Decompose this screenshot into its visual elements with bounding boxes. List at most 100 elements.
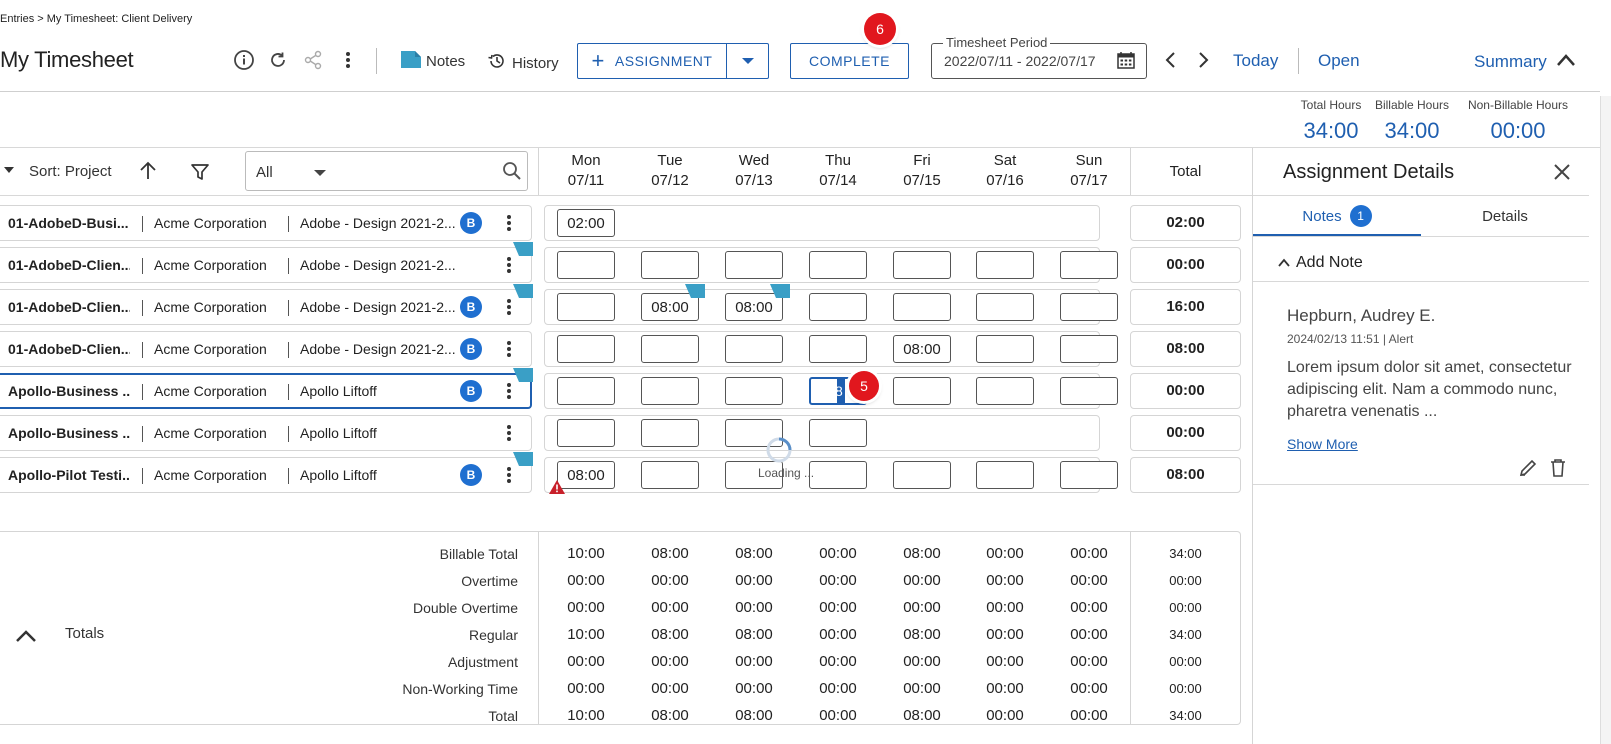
more-vertical-icon[interactable]	[336, 48, 360, 72]
time-entry-mon[interactable]	[557, 419, 615, 447]
time-entry-fri[interactable]	[893, 251, 951, 279]
previous-period-icon[interactable]	[1164, 51, 1178, 75]
filter-value: All	[256, 164, 273, 181]
time-entry-tue[interactable]	[641, 419, 699, 447]
today-button[interactable]: Today	[1233, 51, 1278, 71]
assignment-label: ASSIGNMENT	[614, 53, 713, 69]
time-entry-tue[interactable]	[641, 461, 699, 489]
non-billable-hours-label: Non-Billable Hours	[1467, 98, 1569, 112]
row-more-icon[interactable]	[504, 422, 514, 444]
delete-trash-icon[interactable]	[1549, 458, 1567, 483]
note-flag-icon[interactable]	[513, 284, 533, 303]
sort-label[interactable]: Sort: Project	[29, 163, 112, 180]
non-billable-hours-value: 00:00	[1490, 118, 1546, 143]
column-separator	[142, 258, 143, 274]
time-entry-sun[interactable]	[1060, 251, 1118, 279]
totals-value-tue: 00:00	[651, 572, 689, 589]
time-entry-fri[interactable]	[893, 461, 951, 489]
time-entry-sun[interactable]	[1060, 377, 1118, 405]
alert-triangle-icon[interactable]	[549, 480, 565, 499]
close-icon[interactable]	[1553, 163, 1571, 186]
column-separator	[288, 426, 289, 442]
timesheet-period-label: Timesheet Period	[943, 35, 1051, 50]
time-entry-sun[interactable]	[1060, 293, 1118, 321]
time-entry-mon[interactable]	[557, 293, 615, 321]
time-entry-fri[interactable]: 08:00	[893, 335, 951, 363]
time-entry-tue[interactable]	[641, 377, 699, 405]
totals-value-mon: 00:00	[567, 599, 605, 616]
time-entry-tue[interactable]	[641, 335, 699, 363]
time-entry-thu[interactable]	[809, 419, 867, 447]
time-entry-thu[interactable]	[809, 335, 867, 363]
notes-button[interactable]: Notes	[401, 51, 465, 72]
tab-details[interactable]: Details	[1421, 196, 1589, 236]
edit-pencil-icon[interactable]	[1518, 458, 1538, 483]
time-entry-wed[interactable]	[725, 251, 783, 279]
page-scrollbar[interactable]	[1600, 96, 1611, 744]
calendar-icon[interactable]	[1117, 51, 1135, 74]
tab-notes[interactable]: Notes 1	[1253, 196, 1421, 236]
plus-icon: +	[591, 48, 605, 73]
add-note-toggle[interactable]: Add Note	[1278, 254, 1363, 272]
totals-value-wed: 08:00	[735, 545, 773, 562]
time-entry-sat[interactable]	[976, 461, 1034, 489]
search-icon[interactable]	[502, 161, 522, 186]
billable-badge: B	[460, 296, 482, 318]
time-entry-fri[interactable]	[893, 293, 951, 321]
filter-select[interactable]	[245, 151, 528, 191]
show-more-link[interactable]: Show More	[1287, 436, 1358, 452]
time-entry-sun[interactable]	[1060, 335, 1118, 363]
breadcrumb[interactable]: Entries > My Timesheet: Client Delivery	[0, 13, 192, 25]
history-button[interactable]: History	[487, 51, 559, 75]
time-entry-sun[interactable]	[1060, 461, 1118, 489]
note-flag-icon[interactable]	[513, 368, 533, 387]
assignment-project: Adobe - Design 2021-2...	[300, 299, 456, 315]
note-flag-icon[interactable]	[770, 284, 790, 303]
sort-caret-icon[interactable]	[4, 167, 14, 173]
assignment-dropdown-button[interactable]	[726, 43, 769, 79]
next-period-icon[interactable]	[1196, 51, 1210, 74]
summary-toggle[interactable]: Summary	[1474, 52, 1547, 72]
assignment-code: 01-AdobeD-Clien...	[8, 257, 130, 273]
time-entry-wed[interactable]	[725, 335, 783, 363]
note-flag-icon[interactable]	[513, 242, 533, 261]
complete-button[interactable]: COMPLETE	[790, 43, 909, 79]
filter-caret-icon[interactable]	[314, 170, 326, 176]
note-flag-icon[interactable]	[513, 452, 533, 471]
day-header-sat: Sat 07/16	[963, 151, 1047, 191]
time-entry-sat[interactable]	[976, 377, 1034, 405]
time-entry-fri[interactable]	[893, 377, 951, 405]
totals-value-mon: 00:00	[567, 653, 605, 670]
time-entry-tue[interactable]	[641, 251, 699, 279]
info-circle-icon[interactable]	[232, 48, 256, 72]
time-entry-sat[interactable]	[976, 293, 1034, 321]
time-entry-mon[interactable]	[557, 335, 615, 363]
totals-collapse-icon[interactable]	[14, 628, 38, 649]
time-entry-thu[interactable]	[809, 461, 867, 489]
totals-value-mon: 10:00	[567, 545, 605, 562]
time-entry-thu[interactable]	[809, 293, 867, 321]
note-flag-icon[interactable]	[685, 284, 705, 303]
row-more-icon[interactable]	[504, 338, 514, 360]
add-assignment-button[interactable]: + ASSIGNMENT	[577, 43, 727, 79]
day-header-tue: Tue 07/12	[628, 151, 712, 191]
grid-header-divider-left	[538, 148, 539, 196]
time-entry-thu[interactable]	[809, 251, 867, 279]
refresh-icon[interactable]	[266, 48, 290, 72]
time-entry-mon[interactable]: 08:00	[557, 461, 615, 489]
time-entry-wed[interactable]	[725, 377, 783, 405]
time-entry-sat[interactable]	[976, 335, 1034, 363]
share-icon[interactable]	[301, 48, 325, 72]
time-entry-mon[interactable]: 02:00	[557, 209, 615, 237]
sort-ascending-icon[interactable]	[138, 161, 158, 186]
timesheet-period-value: 2022/07/11 - 2022/07/17	[944, 53, 1096, 69]
day-header-date: 07/14	[819, 172, 857, 189]
time-entry-mon[interactable]	[557, 377, 615, 405]
row-total: 00:00	[1166, 424, 1205, 441]
chevron-up-icon[interactable]	[1556, 53, 1576, 72]
time-entry-mon[interactable]	[557, 251, 615, 279]
filter-icon[interactable]	[190, 162, 210, 187]
open-button[interactable]: Open	[1318, 51, 1360, 71]
row-more-icon[interactable]	[504, 212, 514, 234]
time-entry-sat[interactable]	[976, 251, 1034, 279]
